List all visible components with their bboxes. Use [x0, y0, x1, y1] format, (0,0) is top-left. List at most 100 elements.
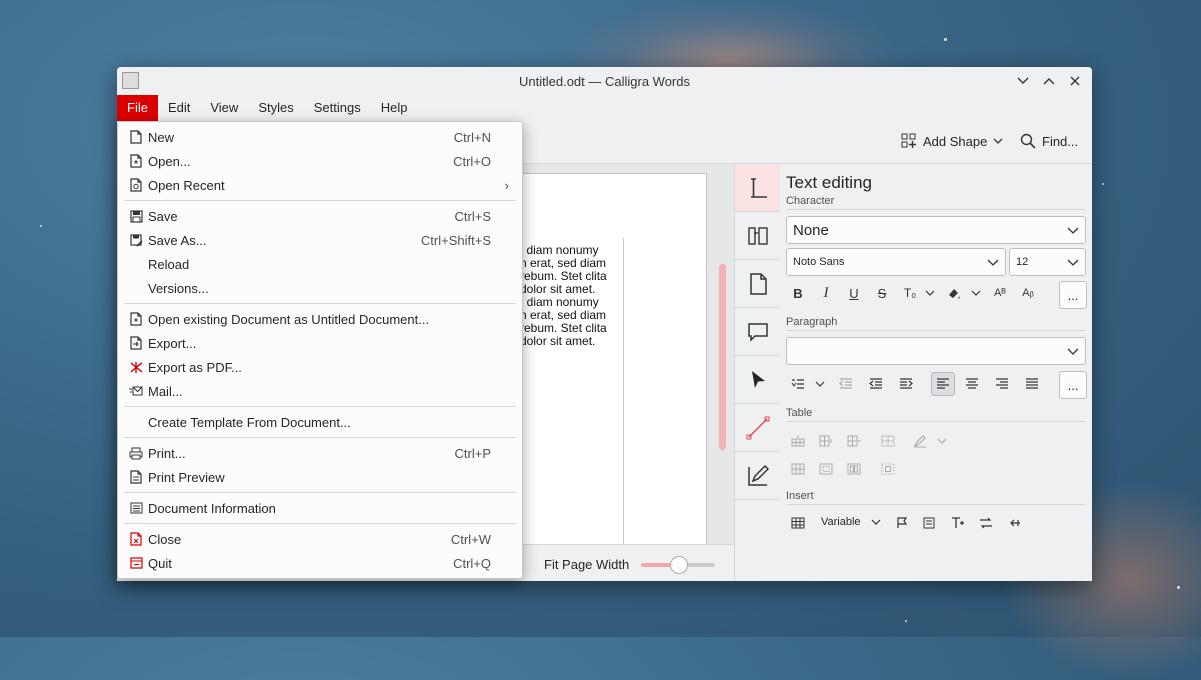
wallpaper-star: [944, 38, 947, 41]
line-tool-button[interactable]: [735, 404, 781, 452]
subscript-icon[interactable]: Aᵦ: [1017, 282, 1039, 304]
menu-item-new[interactable]: New Ctrl+N: [119, 125, 519, 149]
chevron-down-icon[interactable]: [965, 282, 987, 304]
title-bar[interactable]: Untitled.odt — Calligra Words: [117, 67, 1092, 95]
insert-footnote-icon[interactable]: [919, 512, 941, 534]
add-shape-button[interactable]: Add Shape: [901, 133, 1003, 149]
menu-file[interactable]: File: [117, 95, 158, 121]
italic-icon[interactable]: I: [815, 282, 837, 304]
increase-indent-icon[interactable]: [895, 373, 917, 395]
menu-item-open-as-untitled[interactable]: Open existing Document as Untitled Docum…: [119, 307, 519, 331]
menu-bar: File Edit View Styles Settings Help: [117, 95, 1092, 121]
align-right-icon[interactable]: [991, 373, 1013, 395]
table-split-cells-icon: [843, 458, 865, 480]
vertical-scrollbar[interactable]: [719, 264, 726, 450]
insert-cross-reference-icon[interactable]: [1003, 512, 1025, 534]
app-icon[interactable]: [122, 72, 139, 89]
menu-edit[interactable]: Edit: [158, 95, 200, 121]
close-button[interactable]: [1064, 71, 1086, 91]
menu-item-document-information[interactable]: Document Information: [119, 496, 519, 520]
menu-item-label: Quit: [148, 555, 172, 571]
paragraph-more-button[interactable]: ...: [1059, 371, 1087, 399]
menu-item-save[interactable]: Save Ctrl+S: [119, 204, 519, 228]
highlight-color-icon[interactable]: [943, 282, 965, 304]
menu-styles[interactable]: Styles: [248, 95, 303, 121]
strikethrough-icon[interactable]: S: [871, 282, 893, 304]
open-document-icon: [128, 153, 144, 169]
insert-text-field-icon[interactable]: [947, 512, 969, 534]
menu-item-versions[interactable]: Versions...: [119, 276, 519, 300]
minimize-button[interactable]: [1012, 71, 1034, 91]
wallpaper-star: [905, 620, 907, 622]
align-justify-icon[interactable]: [1021, 373, 1043, 395]
document-text-line: rebum. Stet clita: [520, 321, 607, 335]
insert-variable-label: Variable: [821, 516, 861, 528]
menu-item-close[interactable]: Close Ctrl+W: [119, 527, 519, 551]
table-borders-icon: [877, 430, 899, 452]
insert-variable-button[interactable]: Variable: [821, 516, 881, 528]
menu-item-create-template[interactable]: Create Template From Document...: [119, 410, 519, 434]
decrease-indent-icon[interactable]: [865, 373, 887, 395]
align-left-icon[interactable]: [931, 372, 955, 396]
menu-item-shortcut: Ctrl+Q: [453, 555, 491, 571]
menu-item-open[interactable]: Open... Ctrl+O: [119, 149, 519, 173]
font-family-combo[interactable]: Noto Sans: [786, 248, 1006, 276]
save-icon: [128, 208, 144, 224]
menu-item-shortcut: Ctrl+N: [453, 129, 491, 145]
menu-item-label: Print Preview: [148, 469, 225, 485]
menu-help[interactable]: Help: [371, 95, 418, 121]
underline-icon[interactable]: U: [843, 282, 865, 304]
chevron-down-icon: [931, 430, 953, 452]
paragraph-style-combo[interactable]: [786, 337, 1086, 365]
menu-item-export[interactable]: Export...: [119, 331, 519, 355]
menu-item-quit[interactable]: Quit Ctrl+Q: [119, 551, 519, 575]
menu-item-export-pdf[interactable]: Export as PDF...: [119, 355, 519, 379]
text-case-icon[interactable]: T₀: [899, 282, 921, 304]
maximize-button[interactable]: [1038, 71, 1060, 91]
menu-separator: [124, 523, 516, 524]
draw-tool-button[interactable]: [735, 452, 781, 500]
chevron-down-icon[interactable]: [919, 282, 941, 304]
menu-item-save-as[interactable]: Save As... Ctrl+Shift+S: [119, 228, 519, 252]
menu-item-shortcut: Ctrl+P: [454, 445, 491, 461]
menu-item-mail[interactable]: Mail...: [119, 379, 519, 403]
comment-tool-button[interactable]: [735, 308, 781, 356]
table-border-none-icon: [877, 458, 899, 480]
menu-item-shortcut: Ctrl+W: [450, 531, 491, 547]
insert-link-icon[interactable]: [975, 512, 997, 534]
character-more-button[interactable]: ...: [1059, 281, 1087, 309]
wallpaper-star: [1177, 586, 1180, 589]
menu-item-open-recent[interactable]: Open Recent ›: [119, 173, 519, 197]
select-tool-button[interactable]: [735, 356, 781, 404]
menu-item-print-preview[interactable]: Print Preview: [119, 465, 519, 489]
menu-item-print[interactable]: Print... Ctrl+P: [119, 441, 519, 465]
font-size-combo[interactable]: 12: [1009, 248, 1086, 276]
menu-item-label: Reload: [148, 256, 190, 272]
document-text-line: n erat, sed diam: [520, 256, 607, 270]
text-editing-docker: Text editing Character None Noto Sans 12…: [780, 164, 1092, 581]
bold-icon[interactable]: B: [787, 282, 809, 304]
zoom-slider-handle[interactable]: [670, 556, 688, 574]
zoom-slider[interactable]: [641, 556, 715, 574]
superscript-icon[interactable]: Aᴮ: [989, 282, 1011, 304]
text-tool-button[interactable]: [735, 164, 783, 212]
find-button[interactable]: Find...: [1020, 133, 1078, 149]
zoom-mode-label[interactable]: Fit Page Width: [544, 557, 629, 572]
bookmark-flag-icon[interactable]: [891, 512, 913, 534]
list-style-icon[interactable]: [787, 373, 809, 395]
character-style-combo[interactable]: None: [786, 216, 1086, 244]
page-tool-button[interactable]: [735, 260, 781, 308]
font-size-value: 12: [1016, 256, 1029, 268]
menu-item-reload[interactable]: Reload: [119, 252, 519, 276]
chevron-down-icon[interactable]: [809, 373, 831, 395]
print-icon: [128, 445, 144, 461]
align-center-icon[interactable]: [961, 373, 983, 395]
menu-settings[interactable]: Settings: [304, 95, 371, 121]
menu-view[interactable]: View: [200, 95, 248, 121]
insert-table-icon[interactable]: [787, 512, 809, 534]
frame-tool-button[interactable]: [735, 212, 781, 260]
chevron-down-icon: [1067, 227, 1079, 234]
mail-icon: [128, 383, 144, 399]
decrease-indent-disabled-icon: [835, 373, 857, 395]
text-cursor-icon: [751, 177, 767, 198]
